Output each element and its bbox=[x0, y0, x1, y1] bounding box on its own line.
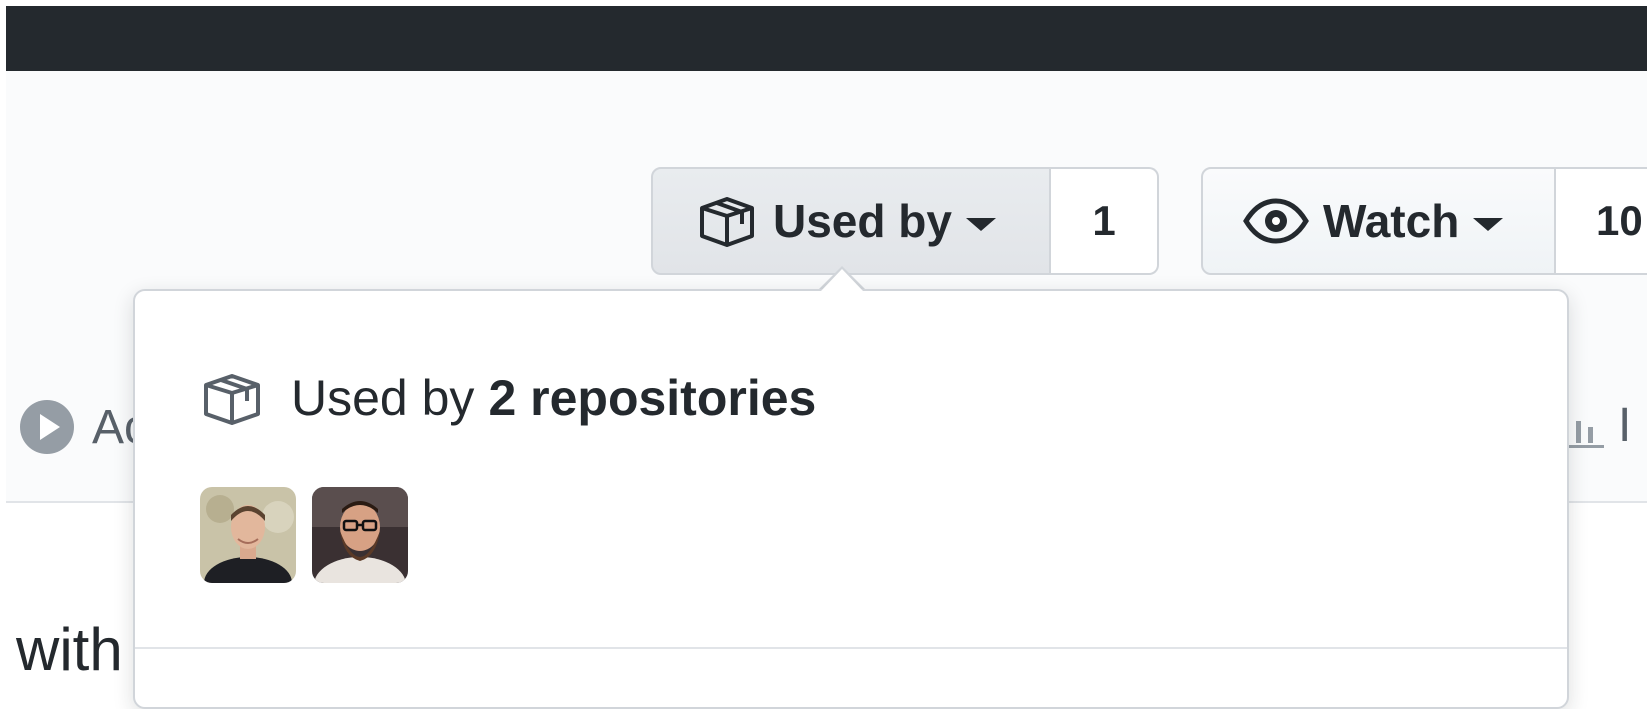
dependents-avatars bbox=[200, 487, 408, 583]
watch-button[interactable]: Watch bbox=[1201, 167, 1556, 275]
popover-title-count[interactable]: 2 repositories bbox=[488, 369, 816, 427]
popover-title-prefix: Used by bbox=[291, 370, 475, 426]
watch-count[interactable]: 10 bbox=[1556, 167, 1647, 275]
watch-group: Watch 10 bbox=[1201, 167, 1647, 275]
nav-item-insights[interactable]: I bbox=[1560, 398, 1631, 453]
popover-title: Used by 2 repositories bbox=[201, 369, 816, 427]
play-icon bbox=[18, 398, 76, 456]
nav-item-actions[interactable]: Ac bbox=[18, 398, 148, 456]
used-by-button[interactable]: Used by bbox=[651, 167, 1051, 275]
used-by-count[interactable]: 1 bbox=[1051, 167, 1159, 275]
used-by-popover: Used by 2 repositories bbox=[133, 289, 1569, 709]
avatar[interactable] bbox=[312, 487, 408, 583]
package-icon bbox=[697, 194, 757, 248]
popover-pointer-fill bbox=[821, 269, 863, 291]
package-icon bbox=[201, 370, 263, 426]
top-header-bar bbox=[6, 6, 1647, 71]
used-by-label: Used by bbox=[773, 195, 952, 247]
avatar[interactable] bbox=[200, 487, 296, 583]
popover-divider bbox=[135, 647, 1567, 649]
readme-text: with bbox=[16, 616, 123, 683]
eye-icon bbox=[1243, 198, 1309, 244]
nav-item-label: I bbox=[1618, 399, 1632, 452]
chevron-down-icon bbox=[1473, 217, 1504, 231]
used-by-group: Used by 1 bbox=[651, 167, 1159, 275]
watch-label: Watch bbox=[1323, 195, 1460, 247]
chevron-down-icon bbox=[965, 217, 996, 231]
